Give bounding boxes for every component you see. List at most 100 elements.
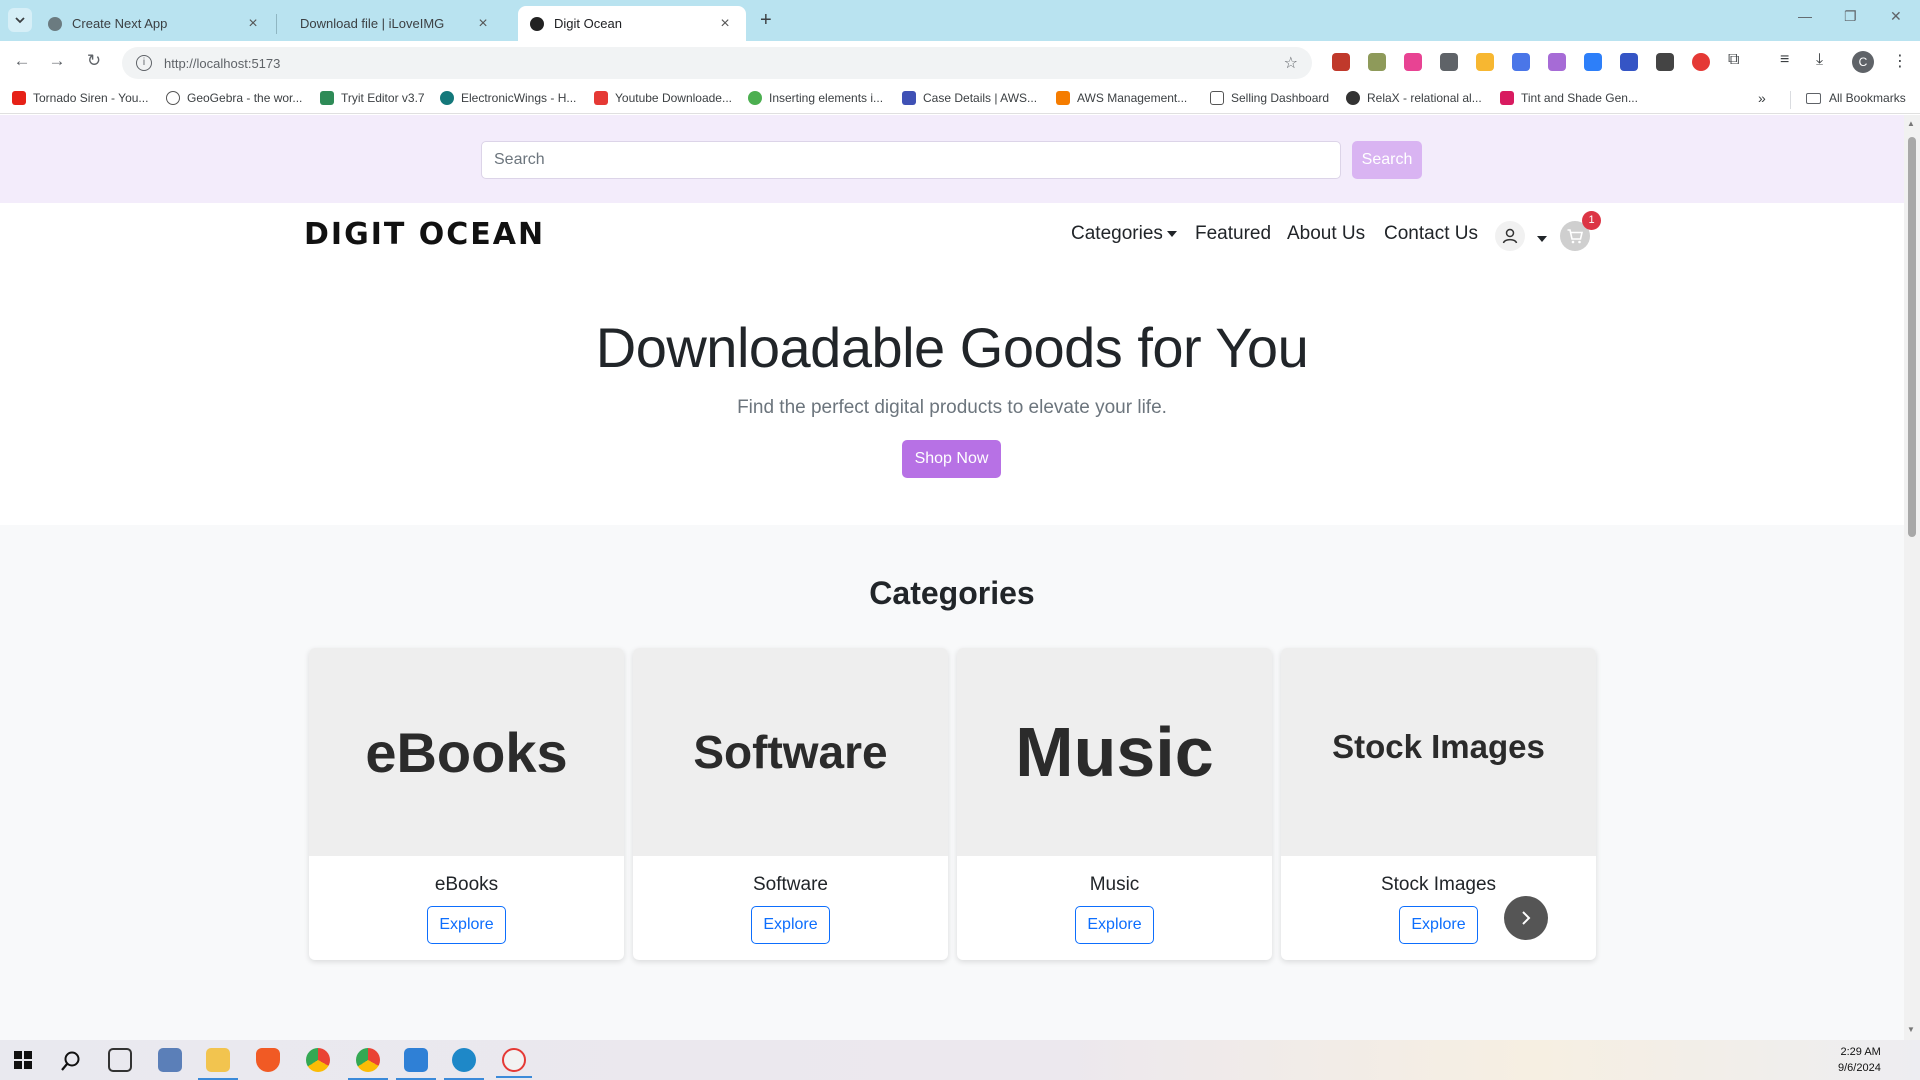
shop-now-button[interactable]: Shop Now	[902, 440, 1001, 478]
nav-contact-us[interactable]: Contact Us	[1384, 223, 1478, 245]
file-explorer-icon[interactable]	[198, 1048, 238, 1080]
extension-icon[interactable]	[1548, 53, 1566, 71]
site-info-icon[interactable]: i	[136, 55, 152, 71]
nav-featured[interactable]: Featured	[1195, 223, 1271, 245]
globe-icon	[48, 16, 62, 31]
page-scrollbar[interactable]: ▲ ▼	[1904, 115, 1920, 1040]
extensions-puzzle-icon[interactable]: ⧉	[1728, 51, 1739, 69]
brave-browser-icon[interactable]	[256, 1048, 280, 1072]
bookmark-item[interactable]: ElectronicWings - H...	[440, 91, 576, 105]
browser-menu-icon[interactable]: ⋮	[1892, 51, 1908, 71]
reload-icon[interactable]: ↻	[82, 51, 106, 71]
bookmark-item[interactable]: GeoGebra - the wor...	[166, 91, 302, 105]
category-title: Stock Images	[1380, 874, 1497, 895]
tab-create-next-app[interactable]: Create Next App ×	[36, 6, 274, 41]
tab-label: Create Next App	[72, 16, 168, 31]
categories-heading: Categories	[869, 575, 1035, 611]
profile-avatar[interactable]: C	[1852, 51, 1874, 73]
extension-icon[interactable]	[1656, 53, 1674, 71]
folder-icon	[1806, 92, 1821, 104]
brand-logo[interactable]: DIGIT OCEAN	[304, 217, 545, 252]
browser-tab-strip: Create Next App × Download file | iLoveI…	[0, 0, 1920, 41]
minimize-icon[interactable]: —	[1798, 8, 1812, 24]
bookmark-item[interactable]: Inserting elements i...	[748, 91, 883, 105]
search-input[interactable]	[481, 141, 1341, 179]
category-title: eBooks	[434, 874, 499, 895]
translate-extension-icon[interactable]	[1512, 53, 1530, 71]
bookmark-item[interactable]: Youtube Downloade...	[594, 91, 732, 105]
chrome-icon[interactable]	[306, 1048, 330, 1072]
scroll-down-icon[interactable]: ▼	[1907, 1025, 1915, 1034]
extension-icon[interactable]	[1332, 53, 1350, 71]
restore-icon[interactable]: ❐	[1844, 8, 1857, 25]
bookmark-item[interactable]: RelaX - relational al...	[1346, 91, 1482, 105]
user-caret-down-icon[interactable]	[1537, 236, 1547, 242]
scroll-up-icon[interactable]: ▲	[1907, 119, 1915, 128]
tab-separator	[276, 14, 277, 34]
nav-categories-dropdown[interactable]: Categories	[1071, 223, 1177, 245]
category-image: Stock Images	[1281, 648, 1596, 856]
aws-cube-icon	[1056, 91, 1070, 105]
explore-music-button[interactable]: Explore	[1075, 906, 1154, 944]
address-bar[interactable]: i http://localhost:5173 ☆	[122, 47, 1312, 79]
tab-digit-ocean[interactable]: Digit Ocean ×	[518, 6, 746, 41]
all-bookmarks-button[interactable]: All Bookmarks	[1806, 91, 1906, 105]
new-tab-icon[interactable]: +	[760, 9, 772, 32]
extension-icon[interactable]	[1404, 53, 1422, 71]
windows-start-icon[interactable]	[14, 1051, 32, 1069]
cart-count-badge: 1	[1582, 211, 1601, 230]
close-icon[interactable]: ×	[716, 15, 734, 33]
nav-about-us[interactable]: About Us	[1287, 223, 1365, 245]
extension-icon[interactable]	[1620, 53, 1638, 71]
os-taskbar: 2:29 AM 9/6/2024	[0, 1040, 1920, 1080]
tint-shade-icon	[1500, 91, 1514, 105]
task-view-icon[interactable]	[108, 1048, 132, 1072]
close-icon[interactable]: ×	[244, 15, 262, 33]
search-band: Search	[0, 115, 1904, 203]
download-extension-icon[interactable]	[1584, 53, 1602, 71]
extension-icon[interactable]	[1440, 53, 1458, 71]
close-icon[interactable]: ×	[474, 15, 492, 33]
bookmark-star-icon[interactable]: ☆	[1284, 53, 1298, 73]
system-clock[interactable]: 2:29 AM 9/6/2024	[1838, 1044, 1881, 1076]
adblock-icon[interactable]	[1692, 53, 1710, 71]
category-image: Software	[633, 648, 948, 856]
edge-icon[interactable]	[444, 1048, 484, 1080]
explore-software-button[interactable]: Explore	[751, 906, 830, 944]
bookmark-item[interactable]: Tornado Siren - You...	[12, 91, 148, 105]
url-text: http://localhost:5173	[164, 55, 281, 71]
bookmark-item[interactable]: Selling Dashboard	[1210, 91, 1329, 105]
scrollbar-thumb[interactable]	[1908, 137, 1916, 537]
paint-app-icon[interactable]	[496, 1048, 532, 1078]
carousel-next-button[interactable]	[1504, 896, 1548, 940]
tab-iloveimg[interactable]: Download file | iLoveIMG ×	[288, 6, 504, 41]
category-image: eBooks	[309, 648, 624, 856]
category-card-ebooks: eBooks eBooks Explore	[309, 648, 624, 960]
user-menu-button[interactable]	[1495, 221, 1525, 251]
clock-date: 9/6/2024	[1838, 1062, 1881, 1074]
notepad-app-icon[interactable]	[158, 1048, 182, 1072]
window-close-icon[interactable]: ✕	[1890, 8, 1902, 25]
category-card-stock-images: Stock Images Stock Images Explore	[1281, 648, 1596, 960]
explore-ebooks-button[interactable]: Explore	[427, 906, 506, 944]
browser-toolbar: ← → ↻ i http://localhost:5173 ☆ ⧉ ≡ ⤓ C …	[0, 41, 1920, 84]
more-bookmarks-icon[interactable]: »	[1758, 90, 1766, 106]
categories-section: Categories eBooks eBooks Explore Softwar…	[0, 525, 1904, 1040]
extension-icon[interactable]	[1476, 53, 1494, 71]
hero-title: Downloadable Goods for You	[595, 316, 1309, 379]
tab-search-button[interactable]	[8, 8, 32, 32]
bookmark-item[interactable]: Tryit Editor v3.7	[320, 91, 425, 105]
chrome-profile-icon[interactable]	[348, 1048, 388, 1080]
explore-stock-images-button[interactable]: Explore	[1399, 906, 1478, 944]
bookmark-item[interactable]: Tint and Shade Gen...	[1500, 91, 1638, 105]
search-icon[interactable]	[60, 1050, 82, 1072]
download-icon[interactable]: ⤓	[1816, 51, 1823, 69]
extension-icon[interactable]	[1368, 53, 1386, 71]
search-button[interactable]: Search	[1352, 141, 1422, 179]
back-arrow-icon[interactable]: ←	[10, 51, 34, 71]
vscode-icon[interactable]	[396, 1048, 436, 1080]
forward-arrow-icon[interactable]: →	[45, 51, 69, 71]
bookmark-item[interactable]: AWS Management...	[1056, 91, 1187, 105]
media-control-icon[interactable]: ≡	[1780, 51, 1789, 69]
bookmark-item[interactable]: Case Details | AWS...	[902, 91, 1037, 105]
